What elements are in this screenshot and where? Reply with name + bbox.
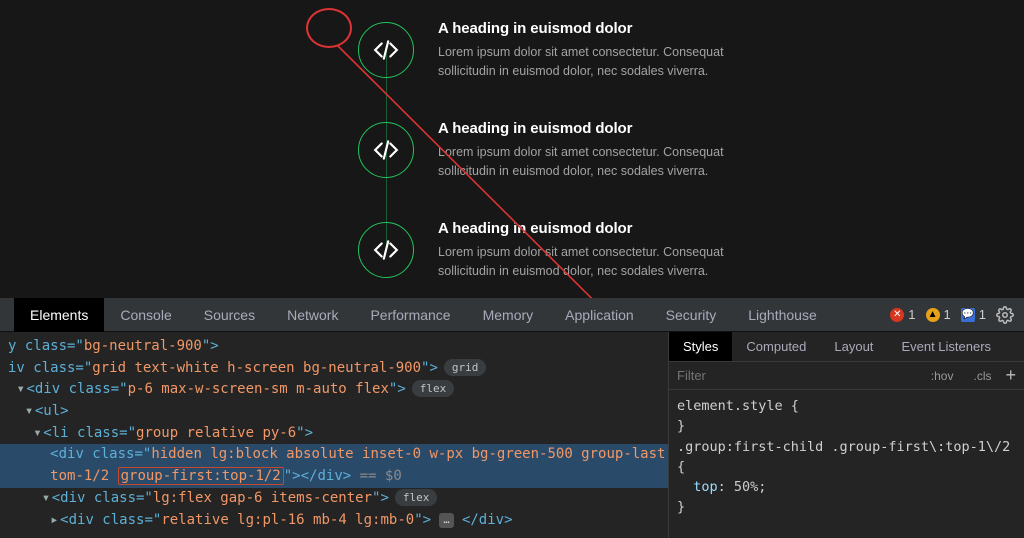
dom-line[interactable]: ▾<ul> xyxy=(0,401,668,423)
tab-network[interactable]: Network xyxy=(271,298,354,332)
css-brace: { xyxy=(677,459,685,475)
dom-line[interactable]: ▾<div class="lg:flex gap-6 items-center"… xyxy=(0,488,668,510)
css-brace: } xyxy=(677,418,685,434)
styles-sidebar: Styles Computed Layout Event Listeners :… xyxy=(668,332,1024,538)
highlighted-class: group-first:top-1/2 xyxy=(118,467,284,485)
code-icon xyxy=(373,237,399,263)
css-value[interactable]: 50%; xyxy=(734,479,767,495)
tab-performance[interactable]: Performance xyxy=(354,298,466,332)
item-heading: A heading in euismod dolor xyxy=(438,20,768,37)
styles-tab-layout[interactable]: Layout xyxy=(820,332,887,361)
devtools-tabs: Elements Console Sources Network Perform… xyxy=(0,298,1024,332)
code-icon-circle xyxy=(358,22,414,78)
annotation-circle xyxy=(306,8,352,48)
dom-line[interactable]: ▾<li class="group relative py-6"> xyxy=(0,423,668,445)
tab-lighthouse[interactable]: Lighthouse xyxy=(732,298,833,332)
tab-application[interactable]: Application xyxy=(549,298,650,332)
item-heading: A heading in euismod dolor xyxy=(438,220,768,237)
dom-tree[interactable]: y class="bg-neutral-900"> iv class="grid… xyxy=(0,332,668,538)
item-body: Lorem ipsum dolor sit amet consectetur. … xyxy=(438,143,768,179)
styles-filter-input[interactable] xyxy=(677,368,917,383)
gear-icon[interactable] xyxy=(996,306,1014,324)
dom-line[interactable]: iv class="grid text-white h-screen bg-ne… xyxy=(0,358,668,380)
layout-pill: flex xyxy=(395,489,438,506)
ellipsis-icon[interactable]: … xyxy=(439,513,453,529)
styles-tab-event-listeners[interactable]: Event Listeners xyxy=(887,332,1005,361)
error-count: 1 xyxy=(908,307,915,322)
dom-line-selected[interactable]: tom-1/2 group-first:top-1/2"></div> == $… xyxy=(0,466,668,488)
devtools-panel: Elements Console Sources Network Perform… xyxy=(0,298,1024,538)
item-text: A heading in euismod dolor Lorem ipsum d… xyxy=(438,220,768,279)
message-count: 1 xyxy=(979,307,986,322)
message-badge[interactable]: 💬1 xyxy=(961,307,986,322)
list-item: A heading in euismod dolor Lorem ipsum d… xyxy=(358,100,768,200)
tab-security[interactable]: Security xyxy=(650,298,733,332)
item-text: A heading in euismod dolor Lorem ipsum d… xyxy=(438,20,768,79)
cls-toggle[interactable]: .cls xyxy=(967,367,997,385)
code-icon xyxy=(373,37,399,63)
item-body: Lorem ipsum dolor sit amet consectetur. … xyxy=(438,43,768,79)
css-selector: element.style { xyxy=(677,398,799,414)
layout-pill: grid xyxy=(444,359,487,376)
code-icon-circle xyxy=(358,122,414,178)
tab-elements[interactable]: Elements xyxy=(14,298,104,332)
hov-toggle[interactable]: :hov xyxy=(925,367,960,385)
styles-tab-styles[interactable]: Styles xyxy=(669,332,732,361)
styles-filter-bar: :hov .cls + xyxy=(669,362,1024,390)
selected-indicator: == $0 xyxy=(351,468,402,484)
dom-line[interactable]: ▸<div class="relative lg:pl-16 mb-4 lg:m… xyxy=(0,510,668,532)
css-selector: .group:first-child .group-first\:top-1\/… xyxy=(677,439,1010,455)
feature-list: A heading in euismod dolor Lorem ipsum d… xyxy=(358,0,768,300)
item-heading: A heading in euismod dolor xyxy=(438,120,768,137)
list-item: A heading in euismod dolor Lorem ipsum d… xyxy=(358,200,768,300)
layout-pill: flex xyxy=(412,380,455,397)
css-brace: } xyxy=(677,499,685,515)
styles-rules[interactable]: element.style { } .group:first-child .gr… xyxy=(669,390,1024,524)
dom-line[interactable]: y class="bg-neutral-900"> xyxy=(0,336,668,358)
code-icon-circle xyxy=(358,222,414,278)
styles-tabs: Styles Computed Layout Event Listeners xyxy=(669,332,1024,362)
styles-tab-computed[interactable]: Computed xyxy=(732,332,820,361)
tab-memory[interactable]: Memory xyxy=(467,298,550,332)
status-badges: ✕1 ▲1 💬1 xyxy=(890,306,1024,324)
code-icon xyxy=(373,137,399,163)
elements-pane: y class="bg-neutral-900"> iv class="grid… xyxy=(0,332,1024,538)
css-property[interactable]: top xyxy=(693,479,717,495)
item-body: Lorem ipsum dolor sit amet consectetur. … xyxy=(438,243,768,279)
item-text: A heading in euismod dolor Lorem ipsum d… xyxy=(438,120,768,179)
rendered-page: A heading in euismod dolor Lorem ipsum d… xyxy=(0,0,1024,298)
tab-sources[interactable]: Sources xyxy=(188,298,271,332)
list-item: A heading in euismod dolor Lorem ipsum d… xyxy=(358,0,768,100)
warning-badge[interactable]: ▲1 xyxy=(926,307,951,322)
dom-line[interactable]: ▾<div class="p-6 max-w-screen-sm m-auto … xyxy=(0,379,668,401)
tab-console[interactable]: Console xyxy=(104,298,187,332)
dom-line-selected[interactable]: <div class="hidden lg:block absolute ins… xyxy=(0,444,668,466)
new-style-rule-button[interactable]: + xyxy=(1005,365,1016,386)
error-badge[interactable]: ✕1 xyxy=(890,307,915,322)
warning-count: 1 xyxy=(944,307,951,322)
